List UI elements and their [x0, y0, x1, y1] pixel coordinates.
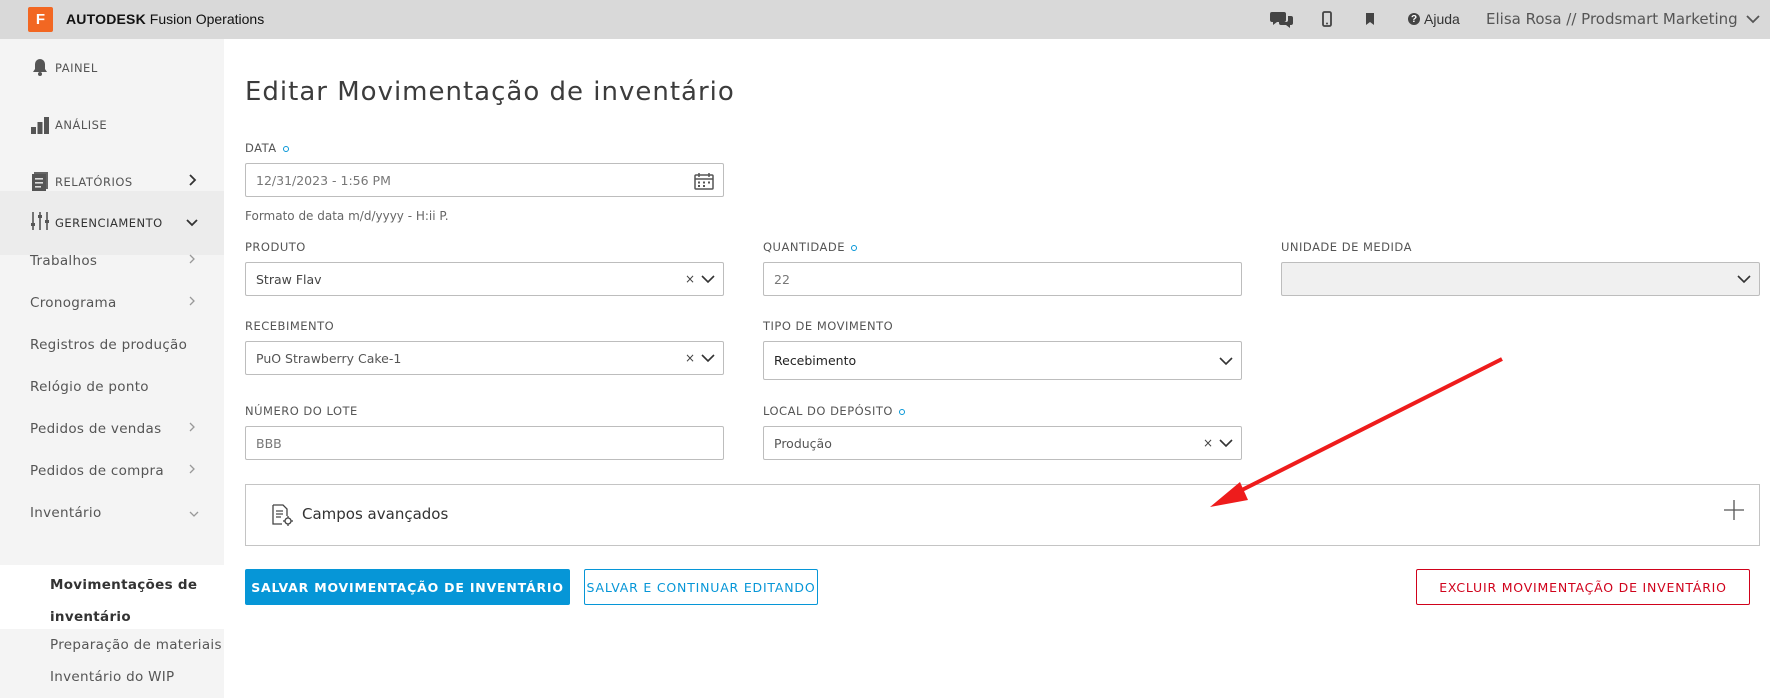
date-label: DATA	[245, 141, 289, 155]
bookmark-icon[interactable]	[1365, 9, 1375, 29]
user-menu[interactable]: Elisa Rosa // Prodsmart Marketing	[1486, 10, 1760, 28]
sidebar-item-label: RELATÓRIOS	[55, 174, 133, 189]
sliders-icon	[31, 212, 49, 230]
lot-number-input[interactable]: BBB	[245, 426, 724, 460]
date-format-hint: Formato de data m/d/yyyy - H:ii P.	[245, 209, 449, 223]
brand-name: AUTODESK Fusion Operations	[66, 11, 264, 27]
advanced-fields-panel[interactable]: Campos avançados	[245, 484, 1760, 546]
sidebar-item-registros-producao[interactable]: Registros de produção	[30, 337, 187, 353]
sidebar-item-trabalhos[interactable]: Trabalhos	[30, 253, 97, 269]
warehouse-value: Produção	[774, 435, 832, 451]
plus-icon[interactable]	[1723, 499, 1745, 521]
lot-number-label: NÚMERO DO LOTE	[245, 404, 358, 418]
quantity-value: 22	[774, 271, 790, 287]
help-label: Ajuda	[1424, 11, 1460, 27]
brand-rest: Fusion Operations	[145, 11, 265, 27]
receipt-select[interactable]: PuO Strawberry Cake-1 ×	[245, 341, 724, 375]
calendar-icon[interactable]	[694, 172, 714, 190]
sidebar-item-gerenciamento[interactable]: GERENCIAMENTO	[0, 191, 224, 255]
chevron-right-icon	[189, 173, 197, 190]
sidebar-child-movimentacoes[interactable]: Movimentações de inventário	[50, 569, 200, 633]
sidebar-item-label: GERENCIAMENTO	[55, 216, 163, 230]
receipt-label: RECEBIMENTO	[245, 319, 335, 333]
unit-select[interactable]	[1281, 262, 1760, 296]
chevron-down-icon	[701, 354, 715, 363]
chevron-down-icon	[701, 275, 715, 284]
required-icon	[282, 145, 289, 152]
chevron-right-icon	[189, 422, 195, 435]
receipt-value: PuO Strawberry Cake-1	[256, 350, 402, 366]
quantity-label: QUANTIDADE	[763, 240, 857, 254]
annotation-arrow-icon	[1210, 357, 1503, 507]
date-field[interactable]: 12/31/2023 - 1:56 PM	[245, 163, 724, 197]
brand-bold: AUTODESK	[66, 11, 146, 27]
chevron-right-icon	[189, 464, 195, 477]
top-bar: F AUTODESK Fusion Operations ? Ajuda Eli…	[0, 0, 1770, 39]
movement-type-label: TIPO DE MOVIMENTO	[763, 319, 894, 333]
movement-type-select[interactable]: Recebimento	[763, 341, 1242, 380]
report-icon	[32, 172, 48, 191]
warehouse-label-text: LOCAL DO DEPÓSITO	[763, 404, 893, 418]
bar-chart-icon	[31, 117, 49, 134]
required-icon	[898, 408, 905, 415]
quantity-label-text: QUANTIDADE	[763, 240, 845, 254]
sidebar-item-cronograma[interactable]: Cronograma	[30, 295, 117, 311]
chevron-right-icon	[189, 296, 195, 309]
chevron-down-icon	[189, 507, 199, 520]
product-select[interactable]: Straw Flav ×	[245, 262, 724, 296]
chevron-right-icon	[189, 254, 195, 267]
clear-icon[interactable]: ×	[685, 272, 695, 286]
user-label: Elisa Rosa // Prodsmart Marketing	[1486, 10, 1738, 28]
page-title: Editar Movimentação de inventário	[245, 77, 735, 107]
chevron-down-icon	[186, 215, 198, 231]
bell-icon	[33, 59, 47, 76]
date-value: 12/31/2023 - 1:56 PM	[256, 172, 391, 188]
movement-type-value: Recebimento	[774, 353, 857, 368]
product-value: Straw Flav	[256, 271, 322, 287]
document-settings-icon	[272, 504, 293, 526]
sidebar-item-inventario[interactable]: Inventário	[30, 505, 102, 521]
sidebar-item-pedidos-vendas[interactable]: Pedidos de vendas	[30, 421, 161, 437]
sidebar-item-painel[interactable]: PAINEL	[0, 39, 224, 96]
sidebar-child-preparacao[interactable]: Preparação de materiais	[50, 637, 222, 653]
save-button[interactable]: SALVAR MOVIMENTAÇÃO DE INVENTÁRIO	[245, 569, 570, 605]
quantity-input[interactable]: 22	[763, 262, 1242, 296]
date-label-text: DATA	[245, 141, 277, 155]
warehouse-select[interactable]: Produção ×	[763, 426, 1242, 460]
clear-icon[interactable]: ×	[685, 351, 695, 365]
chat-icon[interactable]	[1270, 9, 1294, 29]
chevron-down-icon	[1737, 275, 1751, 284]
sidebar-item-relogio-ponto[interactable]: Relógio de ponto	[30, 379, 149, 395]
sidebar-child-wip[interactable]: Inventário do WIP	[50, 669, 175, 685]
sidebar-item-label: ANÁLISE	[55, 117, 108, 132]
required-icon	[851, 244, 857, 251]
sidebar-item-analise[interactable]: ANÁLISE	[0, 96, 224, 153]
warehouse-label: LOCAL DO DEPÓSITO	[763, 404, 905, 418]
lot-number-value: BBB	[256, 435, 282, 451]
delete-button[interactable]: EXCLUIR MOVIMENTAÇÃO DE INVENTÁRIO	[1416, 569, 1750, 605]
help-link[interactable]: ? Ajuda	[1408, 11, 1460, 27]
sidebar-item-label: PAINEL	[55, 60, 98, 75]
chevron-down-icon	[1746, 14, 1760, 23]
fusion-logo[interactable]: F	[28, 7, 53, 32]
question-icon: ?	[1408, 13, 1420, 25]
unit-label: UNIDADE DE MEDIDA	[1281, 240, 1412, 254]
save-continue-button[interactable]: SALVAR E CONTINUAR EDITANDO	[584, 569, 818, 605]
advanced-fields-label: Campos avançados	[302, 505, 449, 523]
mobile-icon[interactable]	[1322, 9, 1332, 29]
sidebar-item-pedidos-compra[interactable]: Pedidos de compra	[30, 463, 164, 479]
sidebar: PAINEL ANÁLISE RELATÓRIOS GERENCIAMENTO …	[0, 39, 224, 698]
product-label: PRODUTO	[245, 240, 306, 254]
